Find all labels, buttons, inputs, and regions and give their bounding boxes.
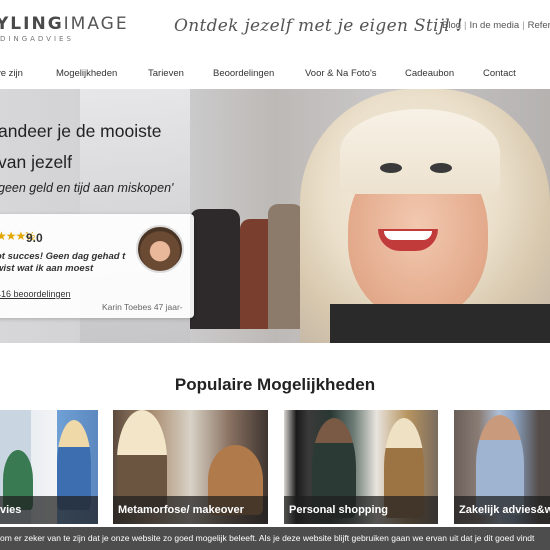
site-logo[interactable]: YLINGIMAGE DINGADVIES [0,14,129,43]
hero-photo-eye [430,163,452,173]
site-header: YLINGIMAGE DINGADVIES Ontdek jezelf met … [0,0,550,58]
logo-text-bold: YLING [0,14,64,34]
hero-photo-eye [380,163,402,173]
card-photo-figure [117,410,167,510]
review-card[interactable]: ★★★½ 9.0 ot succes! Geen dag gehad t wis… [0,214,194,318]
nav-item-tarieven[interactable]: Tarieven [148,68,184,79]
toplink-blog[interactable]: Blog [442,20,461,31]
nav-item-over-ons[interactable]: ve zijn [0,68,23,79]
review-count-link[interactable]: 416 beoordelingen [0,289,71,299]
service-card-metamorfose[interactable]: Metamorfose/ makeover [113,410,268,524]
top-links: Blog|In de media|Referen [442,20,550,31]
reviewer-avatar [136,225,184,273]
hero-title: andeer je de mooiste [0,121,162,141]
rating-score: 9.0 [26,231,43,245]
tagline: Ontdek jezelf met je eigen Stijl ! [174,16,463,36]
review-quote: ot succes! Geen dag gehad t wist wat ik … [0,251,126,274]
service-card-label: Metamorfose/ makeover [113,496,268,524]
service-card-zakelijk[interactable]: Zakelijk advies&w [454,410,550,524]
nav-item-cadeaubon[interactable]: Cadeaubon [405,68,454,79]
toplink-media[interactable]: In de media [469,20,519,31]
cookie-notice: om er zeker van te zijn dat je onze webs… [0,527,550,550]
toplink-referenties[interactable]: Referen [528,20,550,31]
logo-text-light: IMAGE [63,14,129,34]
service-card-label: Personal shopping [284,496,438,524]
section-title: Populaire Mogelijkheden [174,375,376,394]
hero-clothes-rack [190,209,240,329]
service-card-label: vies [0,496,98,524]
hero-subtitle: geen geld en tijd aan miskopen' [0,181,174,195]
nav-item-beoordelingen[interactable]: Beoordelingen [213,68,274,79]
hero-clothes-rack [268,204,303,329]
main-nav: ve zijn Mogelijkheden Tarieven Beoordeli… [0,58,550,89]
logo-subtitle: DINGADVIES [0,35,74,43]
nav-item-voor-na[interactable]: Voor & Na Foto's [305,68,377,79]
service-card-personal-shopping[interactable]: Personal shopping [284,410,438,524]
service-card-label: Zakelijk advies&w [454,496,550,524]
hero-title-line2: van jezelf [0,152,72,172]
nav-item-contact[interactable]: Contact [483,68,516,79]
nav-item-mogelijkheden[interactable]: Mogelijkheden [56,68,117,79]
hero-photo-coat [330,304,550,343]
review-author: Karin Toebes 47 jaar- [102,302,183,312]
hero-banner: andeer je de mooiste van jezelf geen gel… [0,89,550,343]
hero-photo-bangs [340,109,500,194]
hero-photo-teeth [384,231,432,240]
service-card-advies[interactable]: vies [0,410,98,524]
